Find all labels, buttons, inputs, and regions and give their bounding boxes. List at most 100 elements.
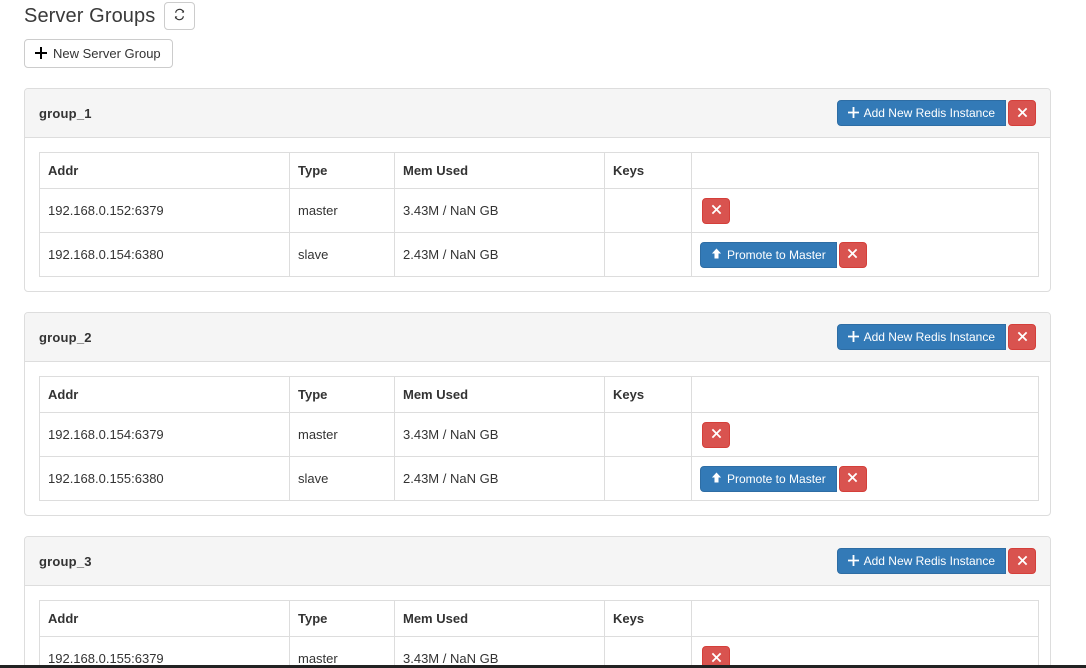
column-header <box>691 376 1039 413</box>
instance-addr: 192.168.0.152:6379 <box>39 188 290 233</box>
add-new-redis-instance-button[interactable]: Add New Redis Instance <box>836 100 1006 126</box>
server-groups-page: Server Groups New Server Group group_1 Ad… <box>0 0 1086 668</box>
column-header: Type <box>289 600 395 637</box>
instance-addr: 192.168.0.155:6379 <box>39 636 290 668</box>
server-groups-list: group_1 Add New Redis Instance Addr Type Mem… <box>24 88 1051 668</box>
server-group-header: group_1 Add New Redis Instance <box>25 89 1050 138</box>
server-group-panel: group_3 Add New Redis Instance Addr Type Mem… <box>24 536 1051 668</box>
column-header: Mem Used <box>394 376 605 413</box>
instance-addr: 192.168.0.154:6379 <box>39 412 290 457</box>
server-group-name: group_1 <box>39 105 92 121</box>
column-header: Type <box>289 376 395 413</box>
plus-icon <box>847 554 859 568</box>
add-new-redis-instance-button[interactable]: Add New Redis Instance <box>836 548 1006 574</box>
promote-to-master-button[interactable]: Promote to Master <box>700 241 837 268</box>
plus-icon <box>847 330 859 344</box>
table-row: 192.168.0.154:6379 master 3.43M / NaN GB <box>39 412 1039 457</box>
column-header: Keys <box>604 152 692 189</box>
server-group-header: group_3 Add New Redis Instance <box>25 537 1050 586</box>
server-group-panel: group_1 Add New Redis Instance Addr Type Mem… <box>24 88 1051 292</box>
instance-keys <box>604 188 692 233</box>
server-group-header: group_2 Add New Redis Instance <box>25 313 1050 362</box>
table-row: 192.168.0.152:6379 master 3.43M / NaN GB <box>39 188 1039 233</box>
instance-keys <box>604 636 692 668</box>
plus-icon <box>35 46 47 61</box>
table-row: 192.168.0.155:6379 master 3.43M / NaN GB <box>39 636 1039 668</box>
column-header: Addr <box>39 376 290 413</box>
close-icon <box>847 248 858 261</box>
instance-keys <box>604 456 692 501</box>
add-new-redis-instance-button[interactable]: Add New Redis Instance <box>836 324 1006 350</box>
add-new-redis-instance-label: Add New Redis Instance <box>863 106 995 120</box>
column-header: Addr <box>39 600 290 637</box>
delete-server-group-button[interactable] <box>1008 100 1036 126</box>
instance-addr: 192.168.0.155:6380 <box>39 456 290 501</box>
delete-instance-button[interactable] <box>702 197 730 224</box>
close-icon <box>1017 107 1028 120</box>
server-group-name: group_2 <box>39 329 92 345</box>
instances-table: Addr Type Mem Used Keys 192.168.0.152:6379 ma… <box>39 152 1039 277</box>
close-icon <box>847 472 858 485</box>
page-title: Server Groups <box>24 4 156 27</box>
row-action-group <box>700 197 730 224</box>
server-group-actions: Add New Redis Instance <box>836 100 1036 126</box>
instance-type: slave <box>289 456 395 501</box>
plus-icon <box>847 106 859 120</box>
delete-server-group-button[interactable] <box>1008 548 1036 574</box>
instance-actions <box>691 188 1039 233</box>
add-new-redis-instance-label: Add New Redis Instance <box>863 554 995 568</box>
column-header: Type <box>289 152 395 189</box>
table-row: 192.168.0.155:6380 slave 2.43M / NaN GB Pro… <box>39 456 1039 501</box>
column-header <box>691 600 1039 637</box>
instance-type: master <box>289 412 395 457</box>
instance-addr: 192.168.0.154:6380 <box>39 232 290 277</box>
instance-actions <box>691 636 1039 668</box>
server-group-body: Addr Type Mem Used Keys 192.168.0.155:6379 ma… <box>25 586 1050 668</box>
instance-actions <box>691 412 1039 457</box>
instance-keys <box>604 412 692 457</box>
table-row: 192.168.0.154:6380 slave 2.43M / NaN GB Pro… <box>39 232 1039 277</box>
column-header: Addr <box>39 152 290 189</box>
delete-server-group-button[interactable] <box>1008 324 1036 350</box>
instance-mem-used: 3.43M / NaN GB <box>394 412 605 457</box>
column-header: Keys <box>604 600 692 637</box>
column-header: Keys <box>604 376 692 413</box>
instance-type: master <box>289 636 395 668</box>
refresh-button[interactable] <box>164 1 196 30</box>
add-new-redis-instance-label: Add New Redis Instance <box>863 330 995 344</box>
delete-instance-button[interactable] <box>838 465 867 492</box>
server-group-panel: group_2 Add New Redis Instance Addr Type Mem… <box>24 312 1051 516</box>
instance-mem-used: 2.43M / NaN GB <box>394 232 605 277</box>
instance-keys <box>604 232 692 277</box>
server-group-actions: Add New Redis Instance <box>836 324 1036 350</box>
new-server-group-button[interactable]: New Server Group <box>24 39 173 68</box>
promote-to-master-label: Promote to Master <box>727 247 826 262</box>
instances-table: Addr Type Mem Used Keys 192.168.0.154:6379 ma… <box>39 376 1039 501</box>
column-header: Mem Used <box>394 152 605 189</box>
server-group-actions: Add New Redis Instance <box>836 548 1036 574</box>
instances-table: Addr Type Mem Used Keys 192.168.0.155:6379 ma… <box>39 600 1039 668</box>
close-icon <box>711 204 722 217</box>
column-header <box>691 152 1039 189</box>
server-group-body: Addr Type Mem Used Keys 192.168.0.152:6379 ma… <box>25 138 1050 291</box>
table-header-row: Addr Type Mem Used Keys <box>39 376 1039 413</box>
page-header: Server Groups <box>24 0 1051 30</box>
column-header: Mem Used <box>394 600 605 637</box>
arrow-up-icon <box>711 248 722 261</box>
close-icon <box>711 428 722 441</box>
instance-mem-used: 2.43M / NaN GB <box>394 456 605 501</box>
row-action-group: Promote to Master <box>700 465 867 492</box>
instance-mem-used: 3.43M / NaN GB <box>394 188 605 233</box>
instance-actions: Promote to Master <box>691 232 1039 277</box>
delete-instance-button[interactable] <box>838 241 867 268</box>
instance-type: slave <box>289 232 395 277</box>
table-header-row: Addr Type Mem Used Keys <box>39 600 1039 637</box>
close-icon <box>1017 331 1028 344</box>
new-server-group-label: New Server Group <box>53 46 161 61</box>
refresh-icon <box>173 8 186 23</box>
delete-instance-button[interactable] <box>702 421 730 448</box>
table-header-row: Addr Type Mem Used Keys <box>39 152 1039 189</box>
toolbar: New Server Group <box>24 39 1051 68</box>
promote-to-master-button[interactable]: Promote to Master <box>700 465 837 492</box>
instance-mem-used: 3.43M / NaN GB <box>394 636 605 668</box>
